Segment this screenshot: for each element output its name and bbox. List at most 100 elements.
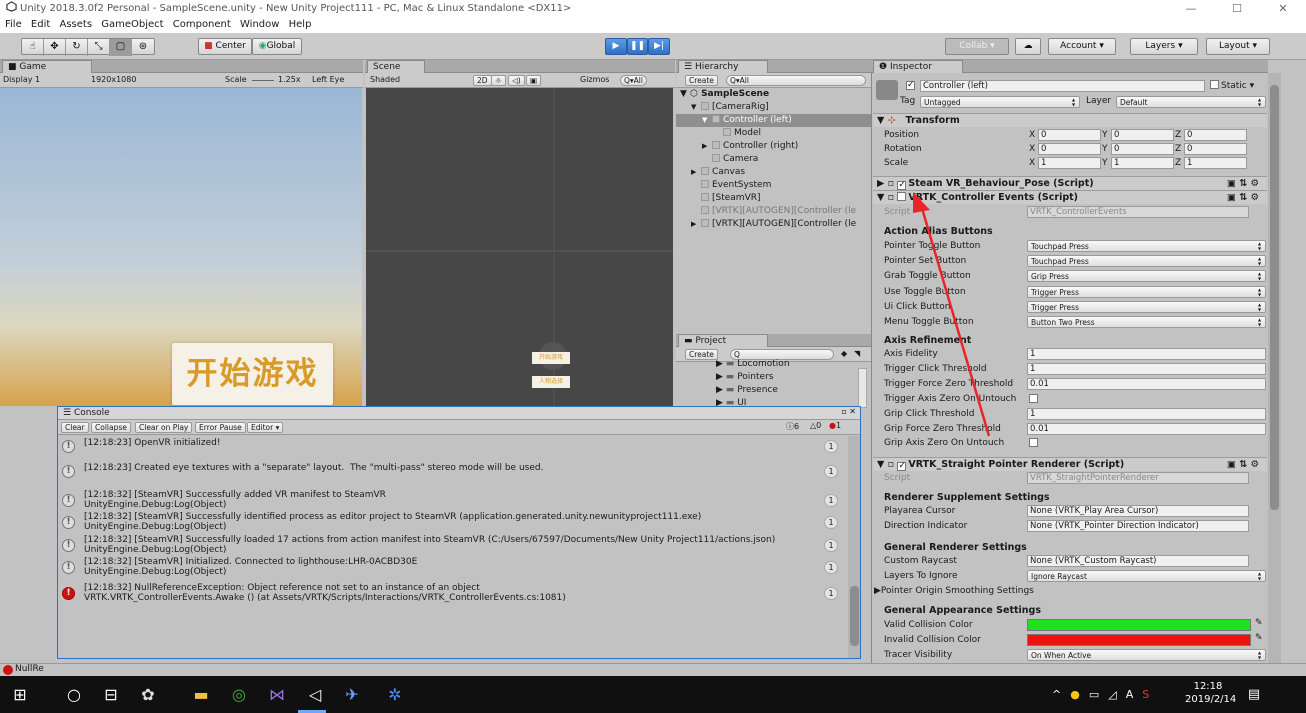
windows-start-icon[interactable]: ⊞ — [10, 685, 30, 705]
info-count-toggle[interactable]: ⓘ6 — [786, 421, 799, 432]
hierarchy-item[interactable]: EventSystem — [676, 179, 871, 192]
console-entry[interactable]: ! [12:18:32] NullReferenceException: Obje… — [58, 583, 846, 605]
hierarchy-foldout-icon[interactable]: ▼ — [691, 101, 701, 114]
playarea-field[interactable]: None (VRTK_Play Area Cursor) — [1027, 505, 1249, 517]
menu-window[interactable]: Window — [240, 19, 279, 30]
lighting-icon[interactable]: ☼ — [491, 75, 506, 86]
ignore-dropdown[interactable]: Ignore Raycast — [1027, 570, 1266, 582]
hierarchy-foldout-icon[interactable]: ▶ — [691, 218, 701, 231]
task-view-icon[interactable]: ⊟ — [101, 685, 121, 705]
shading-mode[interactable]: Shaded — [370, 73, 400, 87]
notification-icon[interactable]: ▤ — [1244, 685, 1264, 705]
step-button[interactable]: ▶| — [648, 38, 670, 55]
direction-field[interactable]: None (VRTK_Pointer Direction Indicator) — [1027, 520, 1249, 532]
settings-app-icon[interactable]: ✲ — [385, 685, 405, 705]
hand-tool-icon[interactable]: ☝ — [22, 39, 44, 56]
audio-icon[interactable]: ◁) — [508, 75, 525, 86]
hierarchy-item[interactable]: [SteamVR] — [676, 192, 871, 205]
inspector-scrollbar[interactable] — [1268, 73, 1281, 663]
account-dropdown[interactable]: Account ▾ — [1048, 38, 1116, 55]
rect-tool-icon[interactable]: ▢ — [110, 39, 132, 56]
layer-dropdown[interactable]: Default — [1116, 96, 1266, 108]
app-icon-2[interactable]: ✈ — [342, 685, 362, 705]
transform-z-field[interactable]: 0 — [1184, 143, 1247, 155]
alias-row-dropdown[interactable]: Touchpad Press — [1027, 255, 1266, 268]
hierarchy-foldout-icon[interactable]: ▼ — [702, 114, 712, 127]
controller-events-header[interactable]: ▼ ▫ VRTK_Controller Events (Script) ▣ ⇅ ⚙ — [873, 190, 1267, 204]
axis-row-field[interactable]: 0.01 — [1027, 422, 1266, 435]
warning-count-toggle[interactable]: △0 — [810, 421, 821, 430]
scale-tool-icon[interactable]: ⤡ — [88, 39, 110, 56]
transform-x-field[interactable]: 0 — [1038, 129, 1101, 141]
hierarchy-create-button[interactable]: Create — [685, 75, 718, 86]
axis-row-field[interactable]: 1 — [1027, 407, 1266, 420]
axis-row-field[interactable]: 1 — [1027, 348, 1266, 360]
file-explorer-icon[interactable]: ▬ — [191, 685, 211, 705]
clock[interactable]: 12:18 2019/2/14 — [1185, 680, 1236, 706]
search-icon[interactable]: ○ — [64, 685, 84, 705]
transform-x-field[interactable]: 1 — [1038, 157, 1101, 169]
scene-view[interactable]: 开始游戏 人物选择 — [366, 88, 673, 410]
invalid-color-swatch[interactable] — [1027, 634, 1251, 646]
eyedropper-icon[interactable]: ✎ — [1255, 633, 1263, 643]
console-entry[interactable]: ! [12:18:32] [SteamVR] Successfully loade… — [58, 535, 846, 557]
steam-pose-header[interactable]: ▶ ▫ Steam VR_Behaviour_Pose (Script)▣ ⇅ … — [873, 176, 1267, 190]
network-icon[interactable]: ◿ — [1108, 688, 1116, 701]
unity-taskbar-icon[interactable]: ◁ — [305, 685, 325, 705]
project-create-button[interactable]: Create — [685, 349, 718, 360]
console-entry[interactable]: ! [12:18:32] [SteamVR] Successfully ident… — [58, 512, 846, 534]
tag-filter-icon[interactable]: ◆ — [841, 347, 847, 361]
label-filter-icon[interactable]: ◥ — [854, 347, 860, 361]
project-scrollbar[interactable] — [858, 368, 867, 408]
component-menu-icon[interactable]: ▣ ⇅ ⚙ — [1227, 458, 1259, 471]
eye-select[interactable]: Left Eye — [312, 73, 344, 87]
gizmos-dropdown[interactable]: Gizmos — [580, 73, 609, 87]
console-entry[interactable]: ! [12:18:23] OpenVR initialized! 1 — [58, 438, 846, 460]
tab-inspector[interactable]: ❶ Inspector — [873, 60, 963, 73]
menu-help[interactable]: Help — [289, 19, 312, 30]
axis-row-field[interactable]: 1 — [1027, 362, 1266, 375]
eyedropper-icon[interactable]: ✎ — [1255, 618, 1263, 628]
console-close-icon[interactable]: ▫ ✕ — [841, 407, 856, 416]
pause-button[interactable]: ❚❚ — [627, 38, 648, 55]
menu-edit[interactable]: Edit — [31, 19, 50, 30]
component-menu-icon[interactable]: ▣ ⇅ ⚙ — [1227, 191, 1259, 204]
tracer-dropdown[interactable]: On When Active — [1027, 649, 1266, 661]
transform-header[interactable]: ▼ ⊹ Transform — [873, 113, 1267, 127]
maximize-button[interactable]: ☐ — [1214, 0, 1260, 17]
alias-row-dropdown[interactable]: Trigger Press — [1027, 285, 1266, 298]
tray-expand-icon[interactable]: ^ — [1052, 688, 1061, 701]
console-entry[interactable]: ! [12:18:23] Created eye textures with a … — [58, 463, 846, 485]
object-name-field[interactable]: Controller (left) — [920, 80, 1205, 92]
layout-dropdown[interactable]: Layout ▾ — [1206, 38, 1270, 55]
effects-icon[interactable]: ▣ — [526, 75, 542, 86]
hierarchy-item[interactable]: ▶ Controller (right) — [676, 140, 871, 153]
antivirus-icon[interactable]: S — [1142, 688, 1149, 701]
hierarchy-item[interactable]: ▼ [CameraRig] — [676, 101, 871, 114]
folder-pointers[interactable]: ▶ ▬ Pointers — [716, 372, 773, 382]
console-entry[interactable]: ! [12:18:32] [SteamVR] Initialized. Conne… — [58, 557, 846, 579]
battery-icon[interactable]: ▭ — [1089, 688, 1099, 701]
hierarchy-item[interactable]: ▶ [VRTK][AUTOGEN][Controller (le — [676, 218, 871, 231]
transform-z-field[interactable]: 1 — [1184, 157, 1247, 169]
alias-row-dropdown[interactable]: Grip Press — [1027, 270, 1266, 283]
rotate-tool-icon[interactable]: ↻ — [66, 39, 88, 56]
close-button[interactable]: ✕ — [1260, 0, 1306, 17]
editor-dropdown[interactable]: Editor ▾ — [247, 422, 284, 433]
start-game-button[interactable]: 开始游戏 — [172, 343, 333, 405]
alias-row-dropdown[interactable]: Trigger Press — [1027, 300, 1266, 313]
menu-gameobject[interactable]: GameObject — [101, 19, 163, 30]
raycast-field[interactable]: None (VRTK_Custom Raycast) — [1027, 555, 1249, 567]
transform-x-field[interactable]: 0 — [1038, 143, 1101, 155]
axis-row-checkbox[interactable] — [1029, 393, 1038, 403]
menu-assets[interactable]: Assets — [59, 19, 92, 30]
play-button[interactable]: ▶ — [605, 38, 627, 55]
cloud-button[interactable]: ☁ — [1015, 38, 1041, 55]
tab-game[interactable]: ■ Game — [2, 60, 92, 73]
scale-slider[interactable] — [252, 80, 274, 81]
hierarchy-item[interactable]: Camera — [676, 153, 871, 166]
folder-locomotion[interactable]: ▶ ▬ Locomotion — [716, 359, 790, 369]
scene-search[interactable]: Q▾All — [620, 75, 647, 86]
straight-pointer-header[interactable]: ▼ ▫ VRTK_Straight Pointer Renderer (Scri… — [873, 457, 1267, 471]
axis-row-field[interactable]: 0.01 — [1027, 377, 1266, 390]
